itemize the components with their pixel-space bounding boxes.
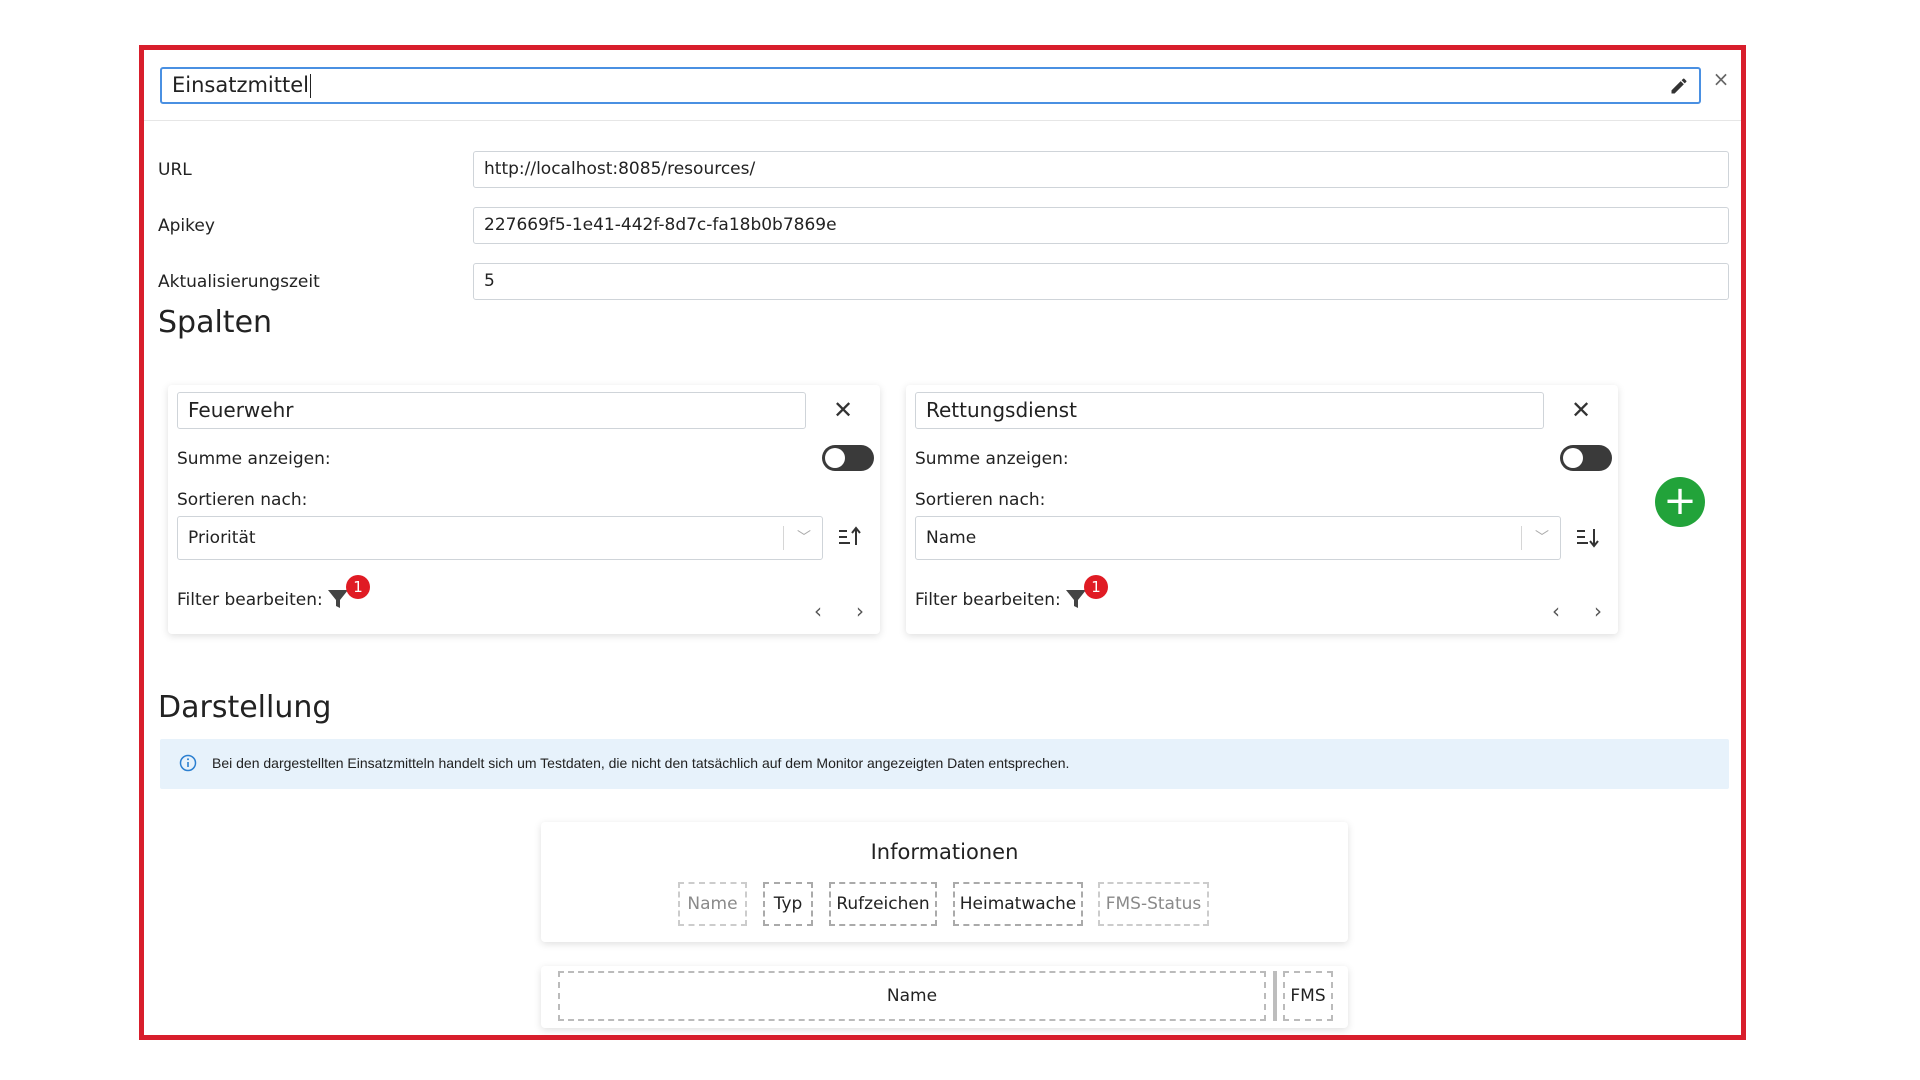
info-alert: Bei den dargestellten Einsatzmitteln han… [160,739,1729,789]
sort-label: Sortieren nach: [177,490,308,510]
sum-toggle[interactable] [1560,445,1612,471]
toggle-knob [1563,448,1583,468]
add-column-button[interactable]: + [1655,477,1705,527]
move-right-button[interactable]: › [1588,599,1608,623]
refresh-label: Aktualisierungszeit [158,272,320,292]
sort-descending-icon[interactable] [1574,523,1602,551]
column-resize-handle[interactable] [1273,971,1277,1021]
sum-label: Summe anzeigen: [915,449,1069,469]
title-input[interactable]: Einsatzmittel [160,67,1701,104]
info-message: Bei den dargestellten Einsatzmitteln han… [212,755,1070,771]
sort-label: Sortieren nach: [915,490,1046,510]
apikey-input[interactable]: 227669f5-1e41-442f-8d7c-fa18b0b7869e [473,207,1729,244]
close-dialog-button[interactable]: × [1710,68,1732,90]
move-left-button[interactable]: ‹ [808,599,828,623]
sort-select[interactable]: Name ﹀ [915,516,1561,560]
filter-count-badge: 1 [1084,575,1108,599]
column-name-input[interactable]: Rettungsdienst [915,392,1544,429]
pencil-icon[interactable] [1669,76,1689,96]
chip-typ[interactable]: Typ [763,882,813,926]
sort-select-value: Name [926,528,977,548]
preview-column-name[interactable]: Name [558,971,1266,1021]
chip-heimatwache[interactable]: Heimatwache [953,882,1083,926]
column-card-rettungsdienst: Rettungsdienst ✕ Summe anzeigen: Sortier… [906,385,1618,634]
sort-select-value: Priorität [188,528,256,548]
url-label: URL [158,160,192,180]
filter-label: Filter bearbeiten: [177,590,323,610]
url-input[interactable]: http://localhost:8085/resources/ [473,151,1729,188]
move-left-button[interactable]: ‹ [1546,599,1566,623]
filter-count-badge: 1 [346,575,370,599]
chip-fms-status[interactable]: FMS-Status [1098,882,1209,926]
sum-label: Summe anzeigen: [177,449,331,469]
information-title: Informationen [870,840,1019,864]
apikey-label: Apikey [158,216,215,236]
select-separator [783,526,784,550]
columns-heading: Spalten [158,305,273,340]
remove-column-button[interactable]: ✕ [828,395,858,425]
information-card: Informationen Name Typ Rufzeichen Heimat… [541,822,1348,942]
sort-ascending-icon[interactable] [836,523,864,551]
sort-select[interactable]: Priorität ﹀ [177,516,823,560]
refresh-input[interactable]: 5 [473,263,1729,300]
column-card-feuerwehr: Feuerwehr ✕ Summe anzeigen: Sortieren na… [168,385,880,634]
header-divider [144,120,1741,121]
display-heading: Darstellung [158,690,332,725]
info-icon [179,754,197,772]
filter-label: Filter bearbeiten: [915,590,1061,610]
column-name-input[interactable]: Feuerwehr [177,392,806,429]
chip-rufzeichen[interactable]: Rufzeichen [829,882,937,926]
move-right-button[interactable]: › [850,599,870,623]
chevron-down-icon[interactable]: ﹀ [1535,517,1549,559]
preview-column-fms[interactable]: FMS [1283,971,1333,1021]
layout-preview: Name FMS [541,966,1348,1028]
select-separator [1521,526,1522,550]
text-caret [310,74,311,98]
chip-name[interactable]: Name [678,882,747,926]
sum-toggle[interactable] [822,445,874,471]
title-input-value: Einsatzmittel [172,73,309,97]
toggle-knob [825,448,845,468]
remove-column-button[interactable]: ✕ [1566,395,1596,425]
chevron-down-icon[interactable]: ﹀ [797,517,811,559]
